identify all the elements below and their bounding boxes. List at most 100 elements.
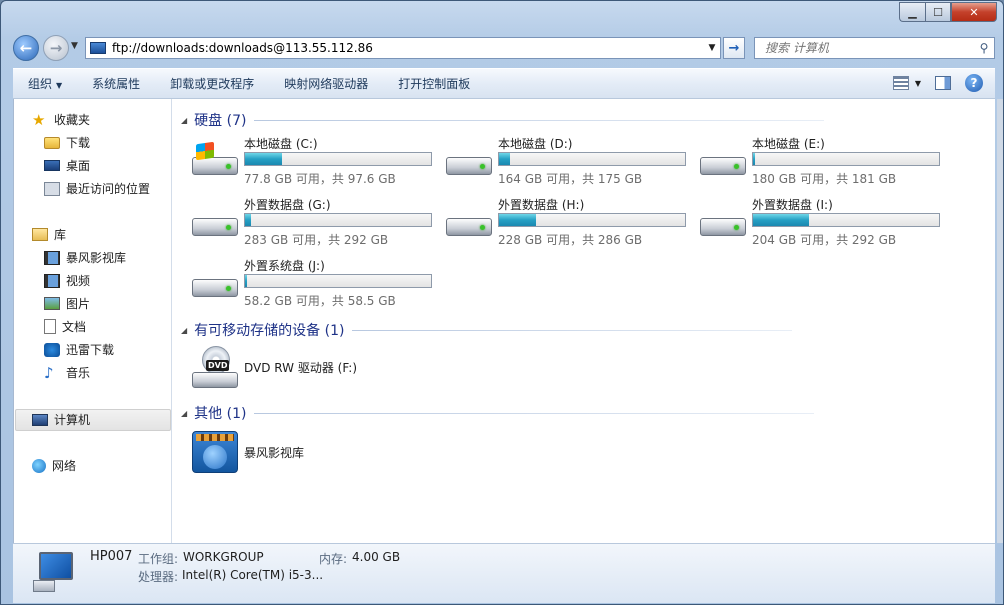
search-input[interactable] (765, 41, 974, 55)
media-library-item[interactable]: 暴风影视库 (182, 431, 436, 487)
video-icon (44, 273, 60, 288)
workgroup-label: 工作组: (138, 552, 179, 566)
drive-item[interactable]: 本地磁盘 (E:) 180 GB 可用，共 181 GB (690, 135, 944, 191)
hard-drive-icon (192, 271, 238, 301)
search-icon[interactable]: ⚲ (974, 41, 994, 55)
sidebar-item-recent-places[interactable]: 最近访问的位置 (44, 180, 150, 197)
navigation-bar: ← → ▼ ftp://downloads:downloads@113.55.1… (1, 31, 1003, 67)
group-header-removable[interactable]: ◢ 有可移动存储的设备 (1) (181, 320, 793, 340)
sidebar-item-pictures[interactable]: 图片 (44, 295, 90, 312)
drive-name: 外置数据盘 (H:) (498, 198, 585, 212)
sidebar-item-libraries[interactable]: 库 (32, 226, 66, 243)
processor-value: Intel(R) Core(TM) i5-3... (182, 568, 324, 582)
desktop-icon (44, 160, 60, 171)
collapse-triangle-icon[interactable]: ◢ (181, 116, 187, 125)
navigation-pane[interactable]: ★ 收藏夹 下载 桌面 最近访问的位置 库 暴风影视库 视频 图片 文档 迅雷下载… (14, 99, 172, 543)
drive-usage-bar (244, 152, 432, 166)
drive-usage-bar (752, 152, 940, 166)
search-box[interactable]: ⚲ (754, 37, 995, 59)
drive-item[interactable]: 外置数据盘 (G:) 283 GB 可用，共 292 GB (182, 196, 436, 252)
sidebar-item-downloads[interactable]: 下载 (44, 134, 90, 151)
file-view[interactable]: ◢ 硬盘 (7) 本地磁盘 (C:) 77.8 GB 可用，共 97.6 GB 本… (174, 99, 996, 543)
view-icon (892, 76, 909, 90)
media-library-icon (192, 431, 238, 473)
thunder-download-icon (44, 342, 60, 357)
close-button[interactable]: ✕ (951, 2, 997, 22)
drive-name: 外置数据盘 (G:) (244, 198, 331, 212)
organize-button[interactable]: 组织 ▼ (13, 75, 77, 92)
sidebar-item-music[interactable]: ♪ 音乐 (44, 364, 90, 381)
computer-icon (32, 413, 48, 426)
dvd-drive-icon: DVD (192, 346, 238, 392)
address-bar[interactable]: ftp://downloads:downloads@113.55.112.86 … (85, 37, 721, 59)
system-drive-icon (192, 141, 238, 179)
computer-name: HP007 (90, 549, 133, 564)
collapse-triangle-icon[interactable]: ◢ (181, 326, 187, 335)
drive-size: 228 GB 可用，共 286 GB (498, 233, 643, 247)
go-button[interactable]: → (723, 37, 745, 59)
hard-drive-icon (192, 210, 238, 240)
system-properties-button[interactable]: 系统属性 (77, 75, 155, 92)
dvd-drive-item[interactable]: DVD DVD RW 驱动器 (F:) (182, 346, 436, 402)
drive-usage-bar (244, 213, 432, 227)
sidebar-item-baofeng-library[interactable]: 暴风影视库 (44, 249, 126, 266)
sidebar-item-favorites[interactable]: ★ 收藏夹 (32, 111, 90, 128)
drive-size: 180 GB 可用，共 181 GB (752, 172, 897, 186)
drive-size: 164 GB 可用，共 175 GB (498, 172, 643, 186)
right-scrollbar[interactable] (997, 99, 1003, 543)
music-icon: ♪ (44, 363, 54, 382)
preview-pane-icon[interactable] (935, 76, 951, 90)
uninstall-program-button[interactable]: 卸载或更改程序 (155, 75, 269, 92)
hard-drive-icon (700, 149, 746, 179)
title-bar[interactable]: ▁ ☐ ✕ (1, 1, 1003, 31)
back-button[interactable]: ← (13, 35, 39, 61)
open-control-panel-button[interactable]: 打开控制面板 (383, 75, 485, 92)
network-icon (32, 458, 46, 473)
drive-name: 本地磁盘 (E:) (752, 137, 825, 151)
sidebar-item-desktop[interactable]: 桌面 (44, 157, 90, 174)
computer-large-icon (33, 552, 75, 592)
change-view-button[interactable]: ▼ (892, 76, 921, 90)
drive-usage-bar (498, 213, 686, 227)
sidebar-item-videos[interactable]: 视频 (44, 272, 90, 289)
address-dropdown-icon[interactable]: ▼ (704, 43, 720, 53)
drive-usage-bar (498, 152, 686, 166)
drive-item[interactable]: 本地磁盘 (D:) 164 GB 可用，共 175 GB (436, 135, 690, 191)
group-header-hdd[interactable]: ◢ 硬盘 (7) (181, 110, 825, 130)
drive-item[interactable]: 外置数据盘 (I:) 204 GB 可用，共 292 GB (690, 196, 944, 252)
collapse-triangle-icon[interactable]: ◢ (181, 409, 187, 418)
drive-item[interactable]: 外置数据盘 (H:) 228 GB 可用，共 286 GB (436, 196, 690, 252)
downloads-folder-icon (44, 136, 60, 149)
help-icon[interactable]: ? (965, 74, 983, 92)
sidebar-item-documents[interactable]: 文档 (44, 318, 86, 335)
video-library-icon (44, 250, 60, 265)
item-name: 暴风影视库 (244, 446, 305, 460)
map-network-drive-button[interactable]: 映射网络驱动器 (269, 75, 383, 92)
group-header-other[interactable]: ◢ 其他 (1) (181, 403, 815, 423)
maximize-button[interactable]: ☐ (925, 2, 951, 22)
minimize-button[interactable]: ▁ (899, 2, 925, 22)
library-icon (32, 228, 48, 241)
command-bar: 组织 ▼ 系统属性 卸载或更改程序 映射网络驱动器 打开控制面板 ▼ ? (13, 68, 995, 99)
drive-name: 本地磁盘 (D:) (498, 137, 573, 151)
processor-label: 处理器: (138, 570, 179, 584)
details-pane: HP007 工作组: WORKGROUP 内存: 4.00 GB 处理器: In… (13, 543, 995, 603)
address-text[interactable]: ftp://downloads:downloads@113.55.112.86 (112, 41, 704, 55)
hard-drive-icon (446, 210, 492, 240)
forward-button[interactable]: → (43, 35, 69, 61)
chevron-down-icon: ▼ (56, 81, 63, 90)
drive-item[interactable]: 本地磁盘 (C:) 77.8 GB 可用，共 97.6 GB (182, 135, 436, 191)
picture-icon (44, 297, 60, 310)
windows-logo-icon (196, 141, 214, 161)
sidebar-item-computer[interactable]: 计算机 (32, 411, 90, 428)
recent-pages-dropdown-icon[interactable]: ▼ (71, 41, 78, 51)
memory-label: 内存: (319, 552, 348, 566)
drive-item[interactable]: 外置系统盘 (J:) 58.2 GB 可用，共 58.5 GB (182, 257, 436, 313)
drive-size: 77.8 GB 可用，共 97.6 GB (244, 172, 396, 186)
drive-size: 204 GB 可用，共 292 GB (752, 233, 897, 247)
drive-usage-bar (752, 213, 940, 227)
sidebar-item-network[interactable]: 网络 (32, 457, 76, 474)
sidebar-item-thunder-downloads[interactable]: 迅雷下载 (44, 341, 114, 358)
recent-places-icon (44, 181, 60, 196)
memory-value: 4.00 GB (352, 550, 401, 564)
